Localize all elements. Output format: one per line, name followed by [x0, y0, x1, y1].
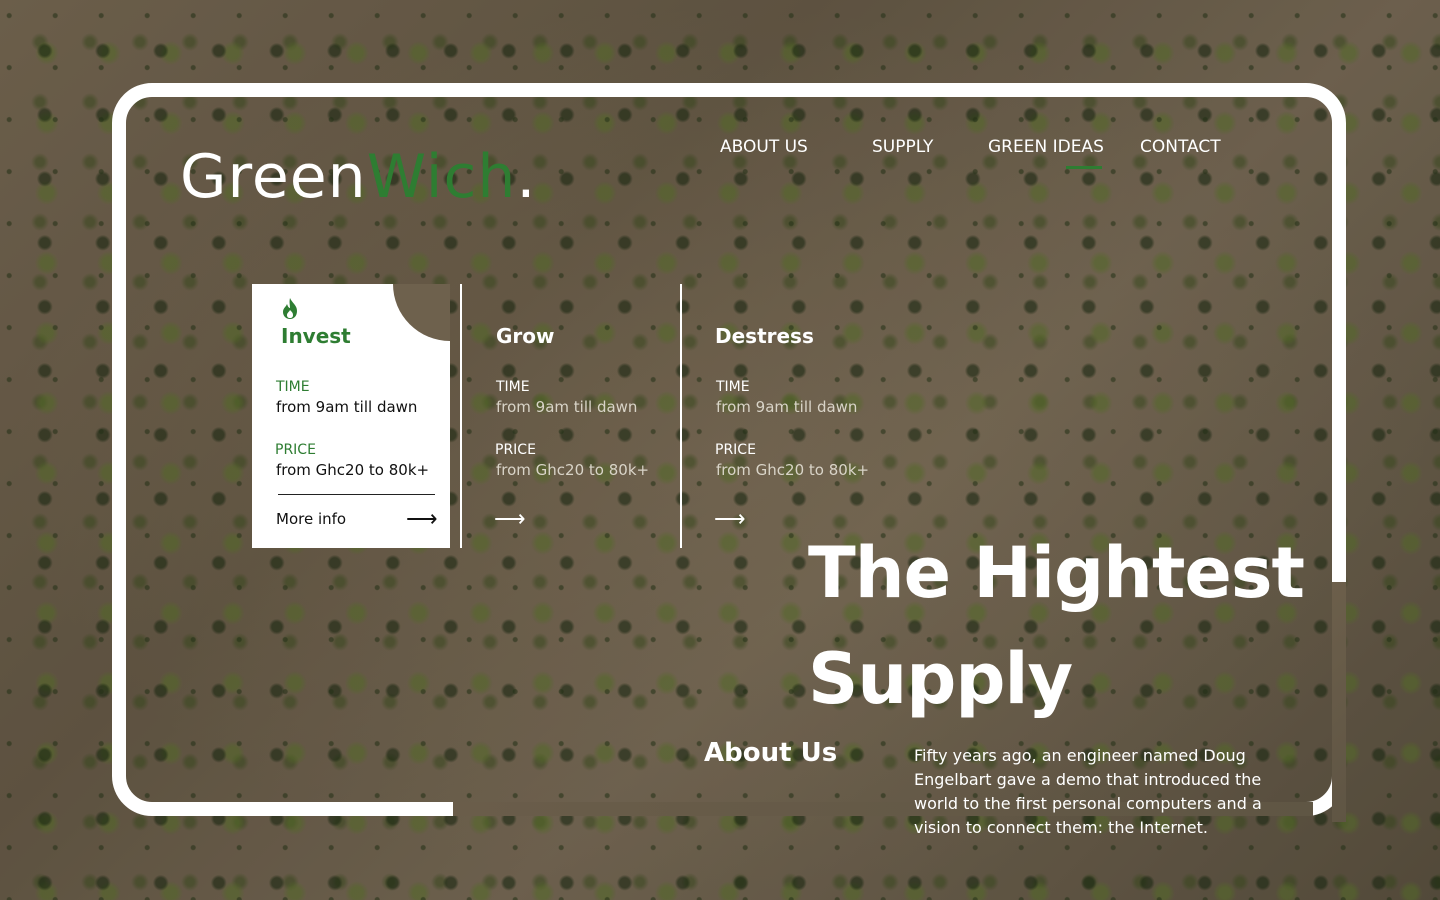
grow-time-value: from 9am till dawn [496, 398, 638, 416]
destress-time-label: TIME [716, 379, 750, 395]
destress-price-label: PRICE [715, 442, 756, 458]
flame-icon [283, 298, 297, 319]
invest-time-label: TIME [276, 379, 310, 395]
grow-price-label: PRICE [495, 442, 536, 458]
nav-contact[interactable]: CONTACT [1140, 137, 1221, 157]
hero-headline: The Hightest Supply [808, 520, 1305, 732]
invest-time-value: from 9am till dawn [276, 398, 418, 416]
about-text: Fifty years ago, an engineer named Doug … [914, 746, 1262, 837]
arrow-right-icon[interactable]: ⟶ [714, 508, 746, 530]
arrow-right-icon[interactable]: ⟶ [406, 508, 438, 530]
grow-title[interactable]: Grow [496, 324, 555, 348]
logo-dot: . [516, 142, 537, 212]
hero-line-1: The Hightest [808, 532, 1305, 614]
nav-about-us[interactable]: ABOUT US [720, 137, 808, 157]
about-title: About Us [704, 738, 838, 768]
logo[interactable]: GreenWich. [180, 142, 536, 212]
grow-time-label: TIME [496, 379, 530, 395]
logo-part1: Green [180, 142, 367, 212]
column-divider [460, 284, 462, 548]
grow-price-value: from Ghc20 to 80k+ [496, 461, 650, 479]
destress-time-value: from 9am till dawn [716, 398, 858, 416]
invest-divider [278, 494, 435, 495]
arrow-right-icon[interactable]: ⟶ [494, 508, 526, 530]
hero-line-2: Supply [808, 638, 1073, 720]
invest-title: Invest [281, 324, 351, 348]
logo-part2: Wich [366, 142, 517, 212]
column-divider [680, 284, 682, 548]
nav-supply[interactable]: SUPPLY [872, 137, 933, 157]
destress-price-value: from Ghc20 to 80k+ [716, 461, 870, 479]
invest-price-label: PRICE [275, 442, 316, 458]
more-info-link[interactable]: More info [276, 510, 346, 528]
nav-green-ideas[interactable]: GREEN IDEAS [988, 137, 1104, 169]
frame-gap-right [1332, 582, 1346, 822]
invest-price-value: from Ghc20 to 80k+ [276, 461, 430, 479]
destress-title[interactable]: Destress [715, 324, 814, 348]
